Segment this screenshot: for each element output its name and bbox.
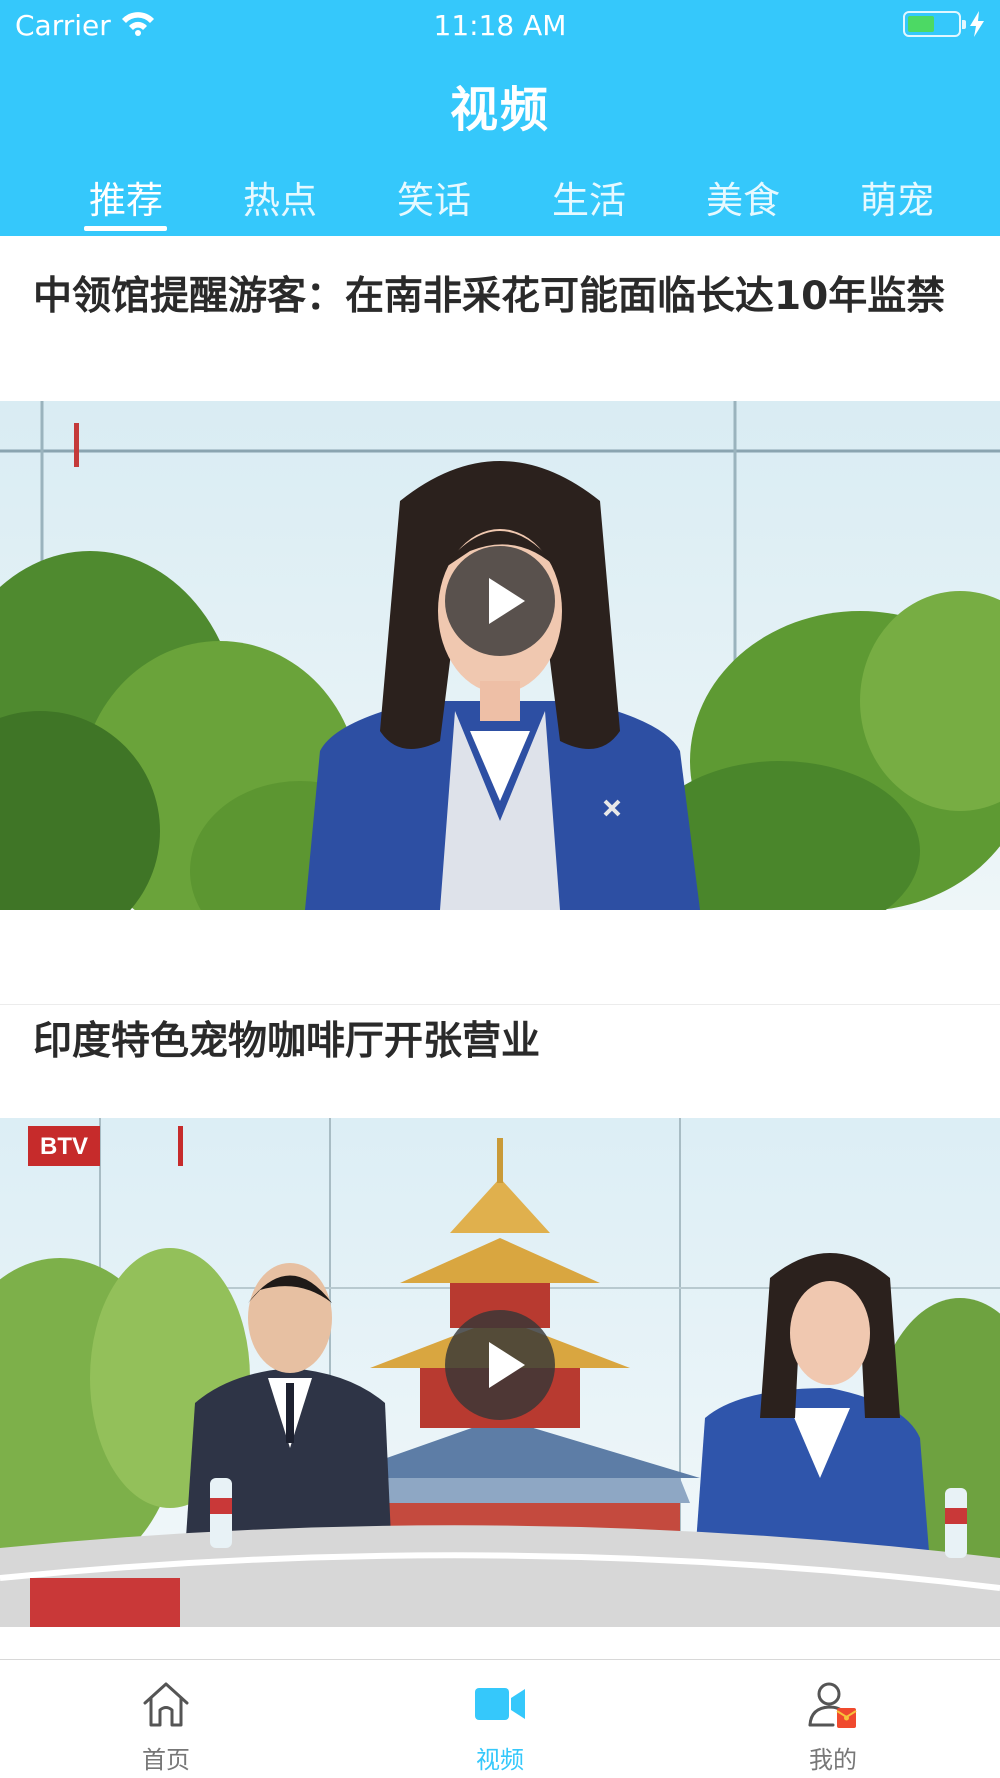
charging-icon bbox=[970, 11, 984, 37]
video-card[interactable]: 印度特色宠物咖啡厅开张营业 BTV bbox=[0, 1005, 1000, 1659]
profile-icon bbox=[808, 1682, 857, 1728]
channel-logo: BTV bbox=[40, 1133, 88, 1160]
video-thumbnail[interactable] bbox=[0, 401, 1000, 910]
tab-food[interactable]: 美食 bbox=[683, 170, 803, 224]
tabbar-profile-label: 我的 bbox=[809, 1746, 857, 1774]
category-tabs: 推荐 热点 笑话 生活 美食 萌宠 bbox=[0, 170, 1000, 236]
video-title[interactable]: 印度特色宠物咖啡厅开张营业 bbox=[33, 1017, 967, 1067]
status-bar: Carrier 11:18 AM bbox=[0, 0, 1000, 50]
tabbar-video[interactable]: 视频 bbox=[400, 1660, 600, 1778]
tab-life[interactable]: 生活 bbox=[529, 170, 649, 224]
page-title: 视频 bbox=[449, 82, 550, 138]
video-title[interactable]: 中领馆提醒游客：在南非采花可能面临长达10年监禁 bbox=[33, 272, 967, 322]
play-button[interactable] bbox=[445, 1310, 555, 1420]
video-feed[interactable]: 中领馆提醒游客：在南非采花可能面临长达10年监禁 印度特色宠物咖啡厅开张营业 B… bbox=[0, 236, 1000, 1659]
home-icon bbox=[143, 1682, 189, 1727]
video-camera-icon bbox=[475, 1688, 525, 1720]
battery-icon bbox=[903, 11, 966, 37]
tabbar-profile[interactable]: 我的 bbox=[733, 1660, 933, 1778]
play-button[interactable] bbox=[445, 546, 555, 656]
active-tab-indicator bbox=[84, 226, 167, 231]
tabbar-home-label: 首页 bbox=[142, 1746, 190, 1774]
tab-hot[interactable]: 热点 bbox=[220, 170, 340, 224]
video-app-screen: Carrier 11:18 AM 视频 推荐 热点 笑话 生活 美食 萌宠 中领… bbox=[0, 0, 1000, 1778]
play-icon bbox=[489, 1342, 525, 1388]
tab-pets[interactable]: 萌宠 bbox=[837, 170, 957, 224]
clock: 11:18 AM bbox=[433, 9, 567, 42]
header: Carrier 11:18 AM 视频 推荐 热点 笑话 生活 美食 萌宠 bbox=[0, 0, 1000, 236]
play-icon bbox=[489, 578, 525, 624]
tabbar-home[interactable]: 首页 bbox=[66, 1660, 266, 1778]
tab-recommended[interactable]: 推荐 bbox=[66, 170, 186, 224]
bottom-tab-bar: 首页 视频 我的 bbox=[0, 1659, 1000, 1778]
video-thumbnail[interactable]: BTV bbox=[0, 1118, 1000, 1627]
tabbar-video-label: 视频 bbox=[476, 1746, 524, 1774]
video-card[interactable]: 中领馆提醒游客：在南非采花可能面临长达10年监禁 bbox=[0, 236, 1000, 1004]
tab-jokes[interactable]: 笑话 bbox=[374, 170, 494, 224]
